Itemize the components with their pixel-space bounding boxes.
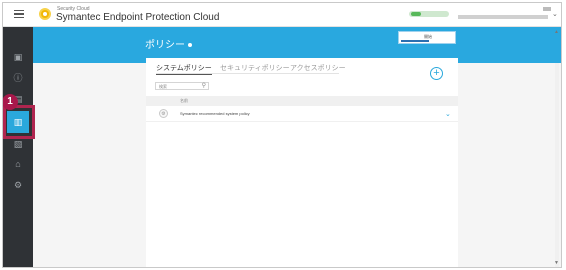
add-policy-button[interactable]: +: [430, 67, 443, 80]
tab-security-policy[interactable]: セキュリティポリシー: [220, 63, 290, 73]
top-bar: Security Cloud Symantec Endpoint Protect…: [3, 3, 561, 27]
symantec-logo-icon: [39, 8, 51, 20]
policy-name[interactable]: Symantec recommended system policy: [180, 111, 250, 116]
tab-divider: [156, 73, 339, 74]
table-row[interactable]: ⚙ Symantec recommended system policy ⌄: [146, 108, 458, 122]
start-panel[interactable]: 開始: [398, 31, 456, 44]
nav-alerts-icon[interactable]: ⓘ: [12, 72, 24, 84]
column-name-header[interactable]: 名前: [180, 98, 188, 104]
policy-icon: ⚙: [159, 109, 168, 118]
user-name[interactable]: [543, 7, 551, 11]
step-callout: 1: [3, 94, 18, 110]
nav-settings-icon[interactable]: ⚙: [12, 179, 24, 191]
nav-devices-icon[interactable]: ▣: [12, 51, 24, 63]
scroll-down-icon[interactable]: ▼: [554, 260, 559, 266]
nav-users-icon[interactable]: ⌂: [12, 158, 24, 170]
scrollbar[interactable]: [555, 63, 559, 267]
brand-title: Symantec Endpoint Protection Cloud: [56, 12, 220, 23]
tab-access-policy[interactable]: アクセスポリシー: [290, 63, 346, 73]
scroll-up-icon[interactable]: ▲: [554, 29, 559, 35]
progress-bar: [401, 40, 429, 42]
hamburger-menu-icon[interactable]: [14, 10, 24, 19]
user-organization[interactable]: [458, 15, 548, 19]
chevron-down-icon[interactable]: ⌄: [445, 110, 451, 118]
user-menu-chevron-icon[interactable]: ⌄: [552, 10, 558, 18]
search-icon[interactable]: ⚲: [202, 82, 206, 89]
search-placeholder: 検索: [159, 84, 167, 89]
title-dot-icon: [188, 43, 192, 48]
search-input[interactable]: 検索 ⚲: [155, 82, 209, 90]
nav-reports-icon[interactable]: ▧: [12, 138, 24, 150]
side-navigation: ▣ ⓘ ▤ ▥ ▧ ⌂ ⚙ 1: [3, 27, 35, 267]
page-title: ポリシー: [145, 36, 192, 51]
nav-policies-icon[interactable]: ▥: [12, 116, 24, 128]
status-indicator: [409, 11, 449, 17]
plus-icon: +: [433, 67, 440, 79]
page-title-text: ポリシー: [145, 40, 185, 51]
app-window: Security Cloud Symantec Endpoint Protect…: [2, 2, 562, 268]
policy-card: システムポリシー セキュリティポリシー アクセスポリシー + 検索 ⚲ 名前 ⚙…: [146, 58, 458, 267]
table-header: 名前: [146, 96, 458, 106]
